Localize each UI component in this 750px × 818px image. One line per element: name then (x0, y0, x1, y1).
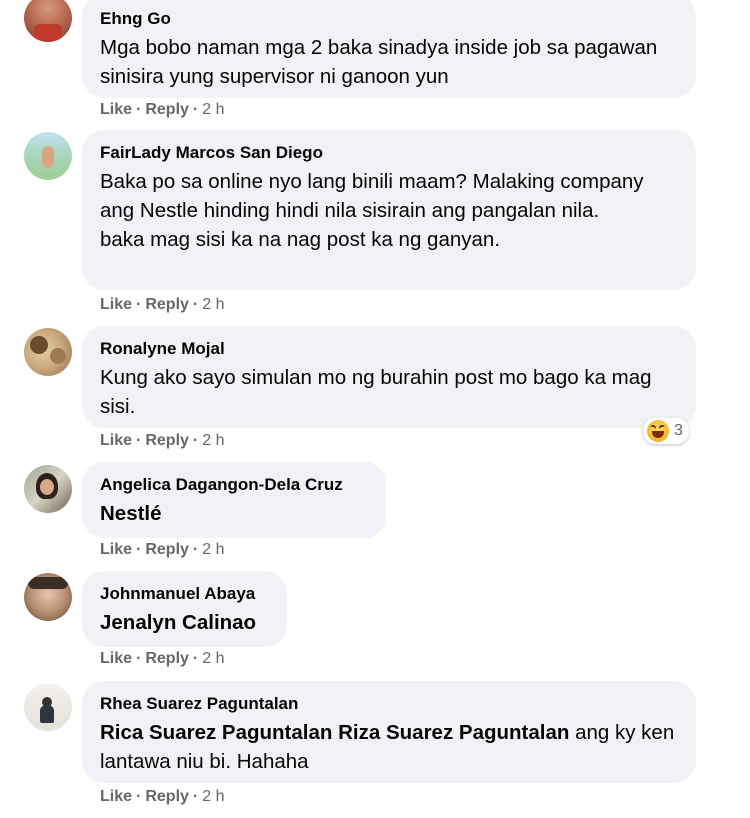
separator: · (192, 788, 199, 805)
avatar[interactable] (24, 132, 72, 180)
comment-timestamp[interactable]: 2 h (202, 541, 224, 558)
comment-text: Nestlé (100, 499, 368, 528)
comment-text: Baka po sa online nyo lang binili maam? … (100, 170, 644, 251)
mention-link[interactable]: Riza Suarez Paguntalan (338, 721, 569, 744)
separator: · (136, 432, 142, 449)
reply-link[interactable]: Reply (145, 650, 189, 667)
reply-link[interactable]: Reply (145, 541, 189, 558)
avatar[interactable] (24, 683, 72, 731)
comment-timestamp[interactable]: 2 h (202, 296, 224, 313)
avatar[interactable] (24, 573, 72, 621)
reaction-badge[interactable]: 3 (643, 418, 689, 444)
comment-text: Jenalyn Calinao (100, 608, 269, 637)
reply-link[interactable]: Reply (145, 788, 189, 805)
like-link[interactable]: Like (100, 650, 132, 667)
avatar[interactable] (24, 328, 72, 376)
comment-author[interactable]: Ehng Go (100, 8, 678, 30)
reaction-count: 3 (674, 422, 683, 439)
separator: · (192, 101, 199, 118)
comment-text: Mga bobo naman mga 2 baka sinadya inside… (100, 36, 658, 88)
like-link[interactable]: Like (100, 296, 132, 313)
comment-bubble: Ronalyne Mojal Kung ako sayo simulan mo … (82, 326, 696, 428)
comment-bubble: FairLady Marcos San Diego Baka po sa onl… (82, 130, 696, 290)
separator: · (136, 788, 142, 805)
separator: · (136, 650, 142, 667)
reply-link[interactable]: Reply (145, 296, 189, 313)
comment-author[interactable]: Johnmanuel Abaya (100, 583, 269, 605)
separator: · (192, 296, 199, 313)
separator: · (192, 650, 199, 667)
reply-link[interactable]: Reply (145, 101, 189, 118)
comment-text: Kung ako sayo simulan mo ng burahin post… (100, 366, 652, 418)
comment-timestamp[interactable]: 2 h (202, 101, 224, 118)
separator: · (192, 541, 199, 558)
separator: · (136, 541, 142, 558)
reply-link[interactable]: Reply (145, 432, 189, 449)
comment-author[interactable]: FairLady Marcos San Diego (100, 142, 678, 164)
separator: · (192, 432, 199, 449)
separator: · (136, 296, 142, 313)
comment-author[interactable]: Ronalyne Mojal (100, 338, 678, 360)
comment-timestamp[interactable]: 2 h (202, 788, 224, 805)
like-link[interactable]: Like (100, 541, 132, 558)
mention-link[interactable]: Nestlé (100, 502, 162, 525)
like-link[interactable]: Like (100, 432, 132, 449)
comment-actions: Like · Reply · 2 h (100, 431, 225, 451)
avatar[interactable] (24, 0, 72, 42)
comment-text: Rica Suarez Paguntalan Riza Suarez Pagun… (100, 718, 678, 776)
comment-author[interactable]: Rhea Suarez Paguntalan (100, 693, 678, 715)
comment-actions: Like · Reply · 2 h (100, 649, 225, 669)
comment-bubble: Johnmanuel Abaya Jenalyn Calinao (82, 571, 287, 647)
comment-actions: Like · Reply · 2 h (100, 100, 225, 120)
comment-author[interactable]: Angelica Dagangon-Dela Cruz (100, 474, 368, 496)
comment-actions: Like · Reply · 2 h (100, 540, 225, 560)
like-link[interactable]: Like (100, 101, 132, 118)
avatar[interactable] (24, 465, 72, 513)
comment-timestamp[interactable]: 2 h (202, 650, 224, 667)
comment-actions: Like · Reply · 2 h (100, 787, 225, 807)
comment-bubble: Angelica Dagangon-Dela Cruz Nestlé (82, 462, 386, 538)
comment-timestamp[interactable]: 2 h (202, 432, 224, 449)
haha-emoji-icon (647, 420, 669, 442)
mention-link[interactable]: Jenalyn Calinao (100, 611, 256, 634)
comment-bubble: Ehng Go Mga bobo naman mga 2 baka sinady… (82, 0, 696, 98)
comment-actions: Like · Reply · 2 h (100, 295, 225, 315)
comment-bubble: Rhea Suarez Paguntalan Rica Suarez Pagun… (82, 681, 696, 783)
separator: · (136, 101, 142, 118)
mention-link[interactable]: Rica Suarez Paguntalan (100, 721, 332, 744)
like-link[interactable]: Like (100, 788, 132, 805)
